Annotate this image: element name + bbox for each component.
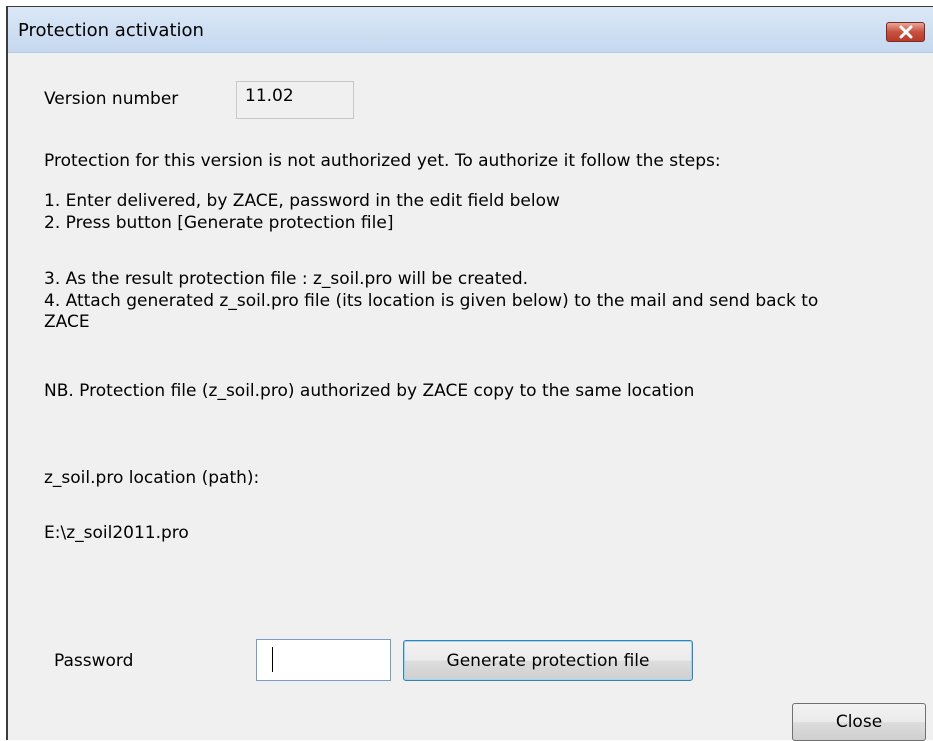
- password-input[interactable]: [256, 639, 391, 681]
- window-title: Protection activation: [18, 20, 204, 41]
- password-label: Password: [54, 651, 134, 671]
- instruction-step-4-line-2: ZACE: [44, 312, 90, 332]
- close-x-glyph: [899, 25, 912, 39]
- version-number-label: Version number: [44, 89, 179, 109]
- title-bar[interactable]: Protection activation: [8, 7, 933, 53]
- close-button[interactable]: Close: [792, 703, 926, 741]
- instructions-intro: Protection for this version is not autho…: [44, 151, 721, 171]
- instruction-step-1: 1. Enter delivered, by ZACE, password in…: [44, 191, 560, 211]
- instruction-step-4-line-1: 4. Attach generated z_soil.pro file (its…: [44, 291, 819, 311]
- version-number-field: 11.02: [236, 81, 354, 119]
- nb-note: NB. Protection file (z_soil.pro) authori…: [44, 381, 695, 401]
- version-number-value: 11.02: [245, 86, 294, 106]
- instruction-step-2: 2. Press button [Generate protection fil…: [44, 213, 394, 233]
- protection-activation-dialog: Protection activation Version number 11.…: [6, 6, 933, 741]
- location-label: z_soil.pro location (path):: [44, 468, 260, 488]
- location-path: E:\z_soil2011.pro: [44, 523, 189, 543]
- generate-protection-file-button[interactable]: Generate protection file: [403, 640, 693, 681]
- text-caret: [272, 647, 273, 672]
- close-icon[interactable]: [886, 22, 925, 42]
- instruction-step-3: 3. As the result protection file : z_soi…: [44, 269, 529, 289]
